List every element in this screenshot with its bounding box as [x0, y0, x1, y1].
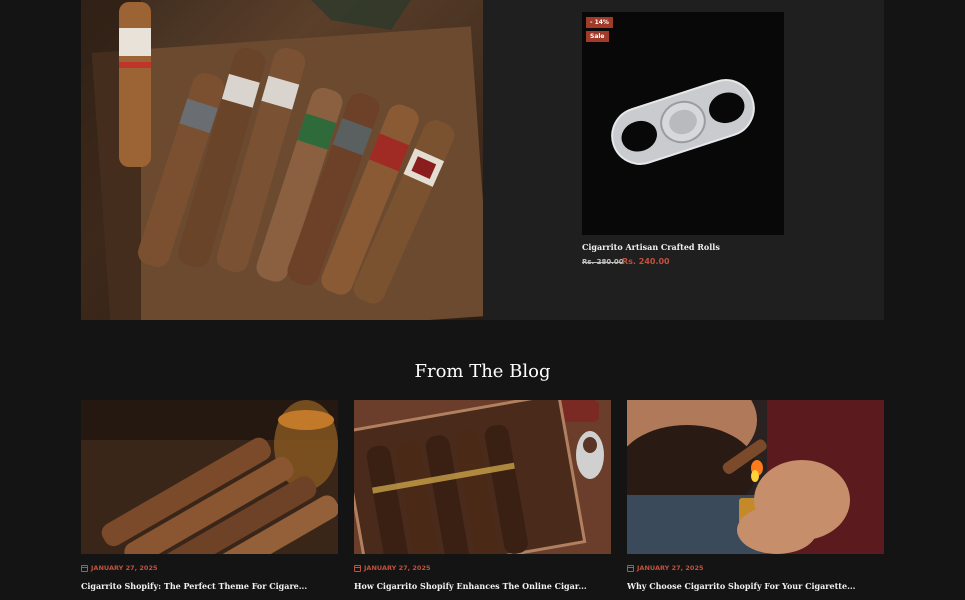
sale-price: Rs. 240.00: [622, 257, 670, 266]
blog-card[interactable]: JANUARY 27, 2025 Why Choose Cigarrito Sh…: [627, 400, 884, 600]
blog-image-cigar-box[interactable]: [354, 400, 611, 554]
discount-badge: - 14%: [586, 17, 613, 28]
post-title[interactable]: Cigarrito Shopify: The Perfect Theme For…: [81, 581, 338, 591]
featured-section: - 14% Sale Cigarrito Artisan Crafted Rol…: [81, 0, 884, 320]
sale-badge: Sale: [586, 31, 609, 42]
product-title[interactable]: Cigarrito Artisan Crafted Rolls: [582, 242, 720, 252]
post-date-text: JANUARY 27, 2025: [91, 564, 158, 572]
product-image[interactable]: - 14% Sale: [582, 12, 784, 235]
blog-image-man-lighting-cigar[interactable]: [627, 400, 884, 554]
calendar-icon: [354, 564, 361, 572]
blog-section-heading: From The Blog: [414, 361, 551, 382]
calendar-icon: [81, 564, 88, 572]
post-date-text: JANUARY 27, 2025: [364, 564, 431, 572]
post-date: JANUARY 27, 2025: [81, 564, 158, 572]
blog-card[interactable]: JANUARY 27, 2025 How Cigarrito Shopify E…: [354, 400, 611, 600]
post-date: JANUARY 27, 2025: [354, 564, 431, 572]
calendar-icon: [627, 564, 634, 572]
blog-card[interactable]: JANUARY 27, 2025 Cigarrito Shopify: The …: [81, 400, 338, 600]
original-price: Rs. 280.00: [582, 258, 624, 266]
post-title[interactable]: How Cigarrito Shopify Enhances The Onlin…: [354, 581, 611, 591]
post-date-text: JANUARY 27, 2025: [637, 564, 704, 572]
post-title[interactable]: Why Choose Cigarrito Shopify For Your Ci…: [627, 581, 884, 591]
post-date: JANUARY 27, 2025: [627, 564, 704, 572]
blog-image-cigars-brandy[interactable]: [81, 400, 338, 554]
cigar-collection-image[interactable]: [81, 0, 483, 320]
